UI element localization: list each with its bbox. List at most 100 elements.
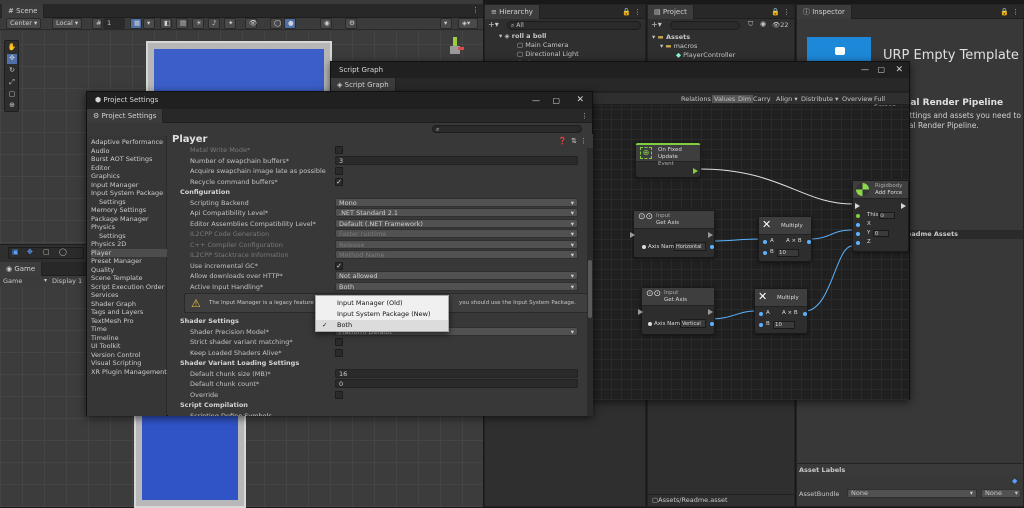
hierarchy-scene-row[interactable]: ▾ ◈ roll a boll (499, 32, 546, 40)
gizmo-menu-button[interactable]: ▾ (143, 18, 155, 29)
tab-hierarchy[interactable]: ≡ Hierarchy (485, 5, 540, 19)
grid-snap-button[interactable]: # (92, 18, 102, 29)
scale-tool-icon[interactable]: ⤢ (7, 78, 17, 88)
project-item-macros[interactable]: ▾ ▬ macros (660, 42, 697, 50)
shading-shaded-button[interactable]: ● (284, 18, 296, 29)
value-input-port-b[interactable] (759, 323, 763, 327)
settings-options-icon[interactable]: ⋮ (580, 137, 587, 145)
snap-field[interactable]: 1 (103, 18, 125, 29)
game-display-select[interactable]: Display 1 (52, 277, 82, 285)
flow-output-port[interactable] (708, 309, 713, 315)
setting-dropdown[interactable]: Method Name ▾ (335, 250, 578, 259)
settings-nav-item[interactable]: Time (91, 325, 107, 334)
inspector-menu-icon[interactable]: ⋮ (1012, 8, 1019, 16)
setting-checkbox[interactable]: ✓ (335, 177, 343, 186)
project-settings-menu-icon[interactable]: ⋮ (581, 112, 588, 120)
node-add-force[interactable]: Rigidbody Add Force This ⊙ X Y 0 Z (852, 180, 909, 252)
move-tool-icon[interactable]: ✥ (7, 54, 17, 64)
flow-input-port[interactable] (855, 203, 860, 209)
view-rect-icon[interactable]: ▢ (43, 248, 50, 256)
scene-gizmos-button[interactable]: ◈▾ (458, 18, 478, 29)
game-display-dropdown[interactable]: Game (3, 277, 22, 285)
hierarchy-search-input[interactable]: ⌕ All (507, 21, 641, 30)
settings-nav-item[interactable]: Burst AOT Settings (91, 155, 152, 164)
setting-checkbox[interactable] (335, 390, 343, 399)
project-add-button[interactable]: +▾ (651, 20, 662, 29)
node-get-axis-vertical[interactable]: ⊙⊙ Input Get Axis Axis Name Vertical (638, 287, 715, 335)
x-input-port[interactable] (856, 223, 860, 227)
pivot-center-button[interactable]: Center ▾ (6, 18, 42, 29)
setting-checkbox[interactable] (335, 348, 343, 357)
hierarchy-lock-icon[interactable]: 🔒 (622, 8, 631, 16)
camera-button[interactable]: ◉ (320, 18, 332, 29)
node-on-fixed-update[interactable]: ⊕ On Fixed Update Event (635, 143, 701, 178)
settings-nav-item[interactable]: Input Manager (91, 181, 138, 190)
tab-inspector[interactable]: ⓘ Inspector (797, 5, 852, 19)
help-icon[interactable]: ❓ (558, 137, 567, 145)
view-2d-button[interactable]: ▤ (176, 18, 188, 29)
gizmo-toggle-button[interactable]: ▦ (130, 18, 142, 29)
fx-button[interactable]: ✦ (224, 18, 236, 29)
scrollbar-track[interactable] (587, 148, 593, 416)
flow-input-port[interactable] (630, 232, 635, 238)
align-menu-button[interactable]: Align ▾ (774, 95, 800, 103)
node-multiply-1[interactable]: ✕ Multiply A A × B B 10 (758, 216, 812, 262)
settings-nav-item[interactable]: Physics (91, 223, 115, 232)
tag-icon[interactable]: ◆ (1012, 477, 1017, 485)
hierarchy-add-button[interactable]: +▾ (488, 20, 499, 29)
tools-button[interactable]: ⚙ (345, 18, 357, 29)
close-icon[interactable]: ✕ (576, 92, 584, 109)
settings-nav-item[interactable]: Script Execution Order (91, 283, 164, 292)
settings-nav-item[interactable]: Settings (99, 198, 126, 207)
settings-nav-item[interactable]: TextMesh Pro (91, 317, 134, 326)
draw-mode-button[interactable]: ◧ (160, 18, 172, 29)
axis-name-input[interactable]: Horizontal (674, 242, 706, 251)
close-icon[interactable]: ✕ (895, 62, 903, 78)
settings-nav-item[interactable]: Quality (91, 266, 114, 275)
z-input-port[interactable] (856, 241, 860, 245)
flow-output-port[interactable] (901, 203, 906, 209)
settings-nav-item[interactable]: Timeline (91, 334, 119, 343)
toggle-relations-button[interactable]: Relations (679, 95, 713, 103)
hierarchy-item-directional-light[interactable]: ▢ Directional Light (517, 50, 579, 58)
settings-nav-item[interactable]: Version Control (91, 351, 140, 360)
toggle-carry-button[interactable]: Carry (751, 95, 773, 103)
overview-button[interactable]: Overview (840, 95, 875, 103)
project-search-input[interactable] (670, 21, 740, 30)
settings-nav-item[interactable]: Shader Graph (91, 300, 136, 309)
value-output-port[interactable] (807, 240, 811, 244)
popup-option-both[interactable]: ✓ Both (316, 320, 448, 331)
setting-dropdown[interactable]: Both ▾ (335, 281, 578, 291)
settings-nav-item[interactable]: Player (91, 248, 167, 257)
project-lock-icon[interactable]: 🔒 (771, 8, 780, 16)
maximize-icon[interactable]: ▢ (552, 92, 560, 109)
settings-nav-item[interactable]: Physics 2D (91, 240, 126, 249)
settings-search-input[interactable]: ⌕ (432, 125, 582, 133)
axis-name-input[interactable]: Vertical (680, 319, 706, 328)
node-get-axis-horizontal[interactable]: ⊙⊙ Input Get Axis Axis Name Horizontal (630, 210, 715, 258)
value-input-port-a[interactable] (763, 240, 767, 244)
setting-input[interactable]: 0 (335, 379, 578, 388)
port-b-input[interactable]: 10 (777, 249, 799, 257)
settings-nav-item[interactable]: Preset Manager (91, 257, 142, 266)
value-input-port[interactable] (642, 245, 646, 249)
tab-project-settings[interactable]: ⚙ Project Settings (87, 109, 164, 123)
asset-variant-select[interactable]: None ▾ (981, 489, 1021, 498)
port-b-input[interactable]: 10 (773, 321, 795, 329)
preset-icon[interactable]: ⇅ (571, 137, 577, 145)
setting-input[interactable]: 3 (335, 155, 578, 165)
settings-nav-item[interactable]: UI Toolkit (91, 342, 121, 351)
flow-input-port[interactable] (638, 309, 643, 315)
node-multiply-2[interactable]: ✕ Multiply A A × B B 10 (754, 288, 808, 334)
setting-dropdown[interactable]: Faster runtime ▾ (335, 229, 578, 238)
scene-2d-toggle[interactable]: ▾ (440, 18, 452, 29)
settings-nav-item[interactable]: Visual Scripting (91, 359, 141, 368)
value-input-port-b[interactable] (763, 251, 767, 255)
transform-tool-icon[interactable]: ⊕ (7, 101, 17, 111)
view-circle-icon[interactable]: ◯ (59, 248, 67, 256)
hierarchy-item-main-camera[interactable]: ▢ Main Camera (517, 41, 568, 49)
value-output-port[interactable] (803, 312, 807, 316)
settings-nav-item[interactable]: Adaptive Performance (91, 138, 163, 147)
readme-assets-row[interactable]: eadme Assets (905, 230, 1023, 239)
popup-option-new[interactable]: Input System Package (New) (316, 309, 448, 319)
